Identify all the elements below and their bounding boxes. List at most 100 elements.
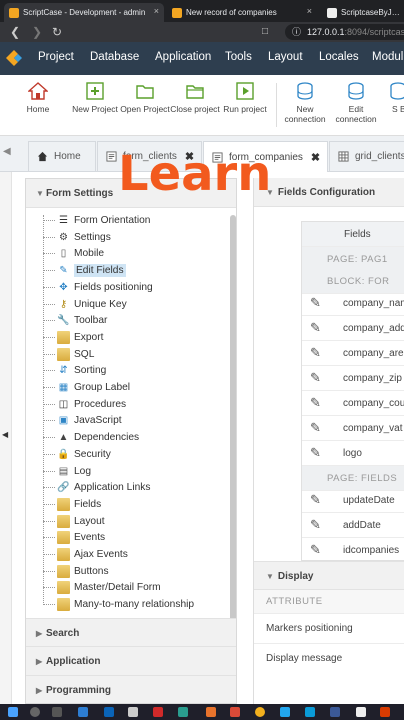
run-project-button[interactable]: Run project: [220, 79, 270, 114]
tree-item[interactable]: ◫ Procedures: [43, 396, 126, 413]
tree-item[interactable]: ▲ Dependencies: [43, 429, 139, 446]
field-row[interactable]: ✎ company_are: [302, 341, 404, 366]
database-button[interactable]: S Bu: [384, 79, 404, 114]
tree-item[interactable]: Fields: [43, 496, 101, 513]
tree-item[interactable]: 🔗 Application Links: [43, 479, 150, 496]
close-tab-icon[interactable]: ×: [307, 6, 312, 16]
field-row[interactable]: ✎ company_cou: [302, 391, 404, 416]
home-button[interactable]: Home: [13, 79, 63, 114]
tree-item[interactable]: ▦ Group Label: [43, 379, 130, 396]
attribute-markers-positioning[interactable]: Markers positioning: [254, 614, 404, 644]
edit-pencil-icon[interactable]: ✎: [310, 542, 326, 558]
attribute-display-message[interactable]: Display message: [254, 644, 404, 674]
browser-tab-scriptcase[interactable]: ScriptCase - Development - admin ×: [4, 3, 164, 22]
browser-tab-jamie[interactable]: ScriptcaseByJamie: [322, 3, 404, 22]
edit-pencil-icon[interactable]: ✎: [310, 492, 326, 508]
field-row[interactable]: ✎ company_zip: [302, 366, 404, 391]
back-icon[interactable]: ❮: [10, 24, 20, 40]
tree-item[interactable]: 🔧 Toolbar: [43, 312, 107, 329]
expand-sidebar-icon[interactable]: ◀: [2, 430, 8, 439]
tree-item[interactable]: SQL: [43, 346, 94, 363]
tree-item[interactable]: Ajax Events: [43, 546, 128, 563]
edit-pencil-icon[interactable]: ✎: [310, 517, 326, 533]
tree-item[interactable]: Master/Detail Form: [43, 579, 161, 596]
tree-item[interactable]: ▯ Mobile: [43, 245, 104, 262]
tree-item[interactable]: ☰ Form Orientation: [43, 212, 150, 229]
app-icon[interactable]: [380, 707, 390, 717]
field-row[interactable]: ✎ idcompanies: [302, 538, 404, 563]
app-icon[interactable]: [178, 707, 188, 717]
outlook-icon[interactable]: [104, 707, 114, 717]
edit-pencil-icon[interactable]: ✎: [310, 320, 326, 336]
app-icon[interactable]: [280, 707, 290, 717]
menu-application[interactable]: Application: [155, 51, 211, 63]
address-bar[interactable]: ⓘ 127.0.0.1:8094/scriptcase: [285, 24, 404, 40]
field-row[interactable]: ✎ updateDate: [302, 488, 404, 513]
forward-icon[interactable]: ❯: [32, 24, 42, 40]
close-project-button[interactable]: Close project: [170, 79, 220, 114]
open-project-button[interactable]: Open Project: [120, 79, 170, 114]
mail-icon[interactable]: [78, 707, 88, 717]
task-view-icon[interactable]: [52, 707, 62, 717]
tree-item[interactable]: Events: [43, 529, 105, 546]
edit-pencil-icon[interactable]: ✎: [310, 420, 326, 436]
edit-pencil-icon[interactable]: ✎: [310, 445, 326, 461]
tree-item[interactable]: ⚷ Unique Key: [43, 296, 127, 313]
field-row[interactable]: ✎ company_nam: [302, 291, 404, 316]
programming-section-header[interactable]: ▶ Programming: [26, 676, 236, 703]
menu-project[interactable]: Project: [38, 51, 74, 63]
menu-modules[interactable]: Modul: [372, 51, 403, 63]
field-row[interactable]: ✎ logo: [302, 441, 404, 466]
display-section-header[interactable]: ▼ Display: [254, 561, 404, 590]
menu-database[interactable]: Database: [90, 51, 139, 63]
app-icon[interactable]: [356, 707, 366, 717]
tree-item[interactable]: 🔒 Security: [43, 446, 111, 463]
app-icon[interactable]: [206, 707, 216, 717]
bookmark-icon[interactable]: □: [262, 24, 268, 40]
tab-home[interactable]: Home: [28, 141, 96, 171]
menu-layout[interactable]: Layout: [268, 51, 303, 63]
tab-grid-clients[interactable]: grid_clients: [329, 141, 404, 171]
tree-item[interactable]: Many-to-many relationship: [43, 596, 194, 613]
close-tab-icon[interactable]: ✖: [311, 151, 320, 164]
application-section-header[interactable]: ▶ Application: [26, 647, 236, 676]
reload-icon[interactable]: ↻: [52, 24, 62, 40]
tab-home-label: Home: [54, 151, 81, 162]
tree-item[interactable]: Layout: [43, 513, 105, 530]
chrome-icon[interactable]: [255, 707, 265, 717]
new-project-button[interactable]: New Project: [70, 79, 120, 114]
tree-item[interactable]: ▣ JavaScript: [43, 412, 122, 429]
close-tab-icon[interactable]: ×: [154, 6, 159, 16]
search-icon[interactable]: [30, 707, 40, 717]
panel-scrollbar[interactable]: [230, 215, 236, 635]
edit-pencil-icon[interactable]: ✎: [310, 370, 326, 386]
windows-start-icon[interactable]: [8, 707, 18, 717]
browser-tab-new-record[interactable]: New record of companies ×: [167, 3, 317, 22]
edit-connection-button[interactable]: Edit connection: [331, 79, 381, 124]
tabs-scroll-left-icon[interactable]: ◀: [3, 146, 11, 157]
browser-tab-bar: ScriptCase - Development - admin × New r…: [0, 0, 404, 22]
fields-configuration-header[interactable]: ▼ Fields Configuration: [254, 178, 404, 207]
field-row[interactable]: ✎ company_vat: [302, 416, 404, 441]
vscode-icon[interactable]: [305, 707, 315, 717]
pdf-icon[interactable]: [153, 707, 163, 717]
new-connection-button[interactable]: New connection: [280, 79, 330, 124]
menu-locales[interactable]: Locales: [319, 51, 359, 63]
tree-item[interactable]: ✎ Edit Fields: [43, 262, 126, 279]
tree-item[interactable]: ✥ Fields positioning: [43, 279, 153, 296]
edit-pencil-icon[interactable]: ✎: [310, 395, 326, 411]
field-row[interactable]: ✎ addDate: [302, 513, 404, 538]
field-row[interactable]: ✎ company_add: [302, 316, 404, 341]
tree-item[interactable]: ⚙ Settings: [43, 229, 111, 246]
app-icon[interactable]: [128, 707, 138, 717]
tree-item[interactable]: Buttons: [43, 563, 109, 580]
tree-item[interactable]: ▤ Log: [43, 463, 91, 480]
tree-item[interactable]: ⇵ Sorting: [43, 362, 106, 379]
tree-item[interactable]: Export: [43, 329, 103, 346]
edit-pencil-icon[interactable]: ✎: [310, 295, 326, 311]
app-icon[interactable]: [330, 707, 340, 717]
search-section-header[interactable]: ▶ Search: [26, 618, 236, 647]
app-icon[interactable]: [230, 707, 240, 717]
menu-tools[interactable]: Tools: [225, 51, 252, 63]
edit-pencil-icon[interactable]: ✎: [310, 345, 326, 361]
